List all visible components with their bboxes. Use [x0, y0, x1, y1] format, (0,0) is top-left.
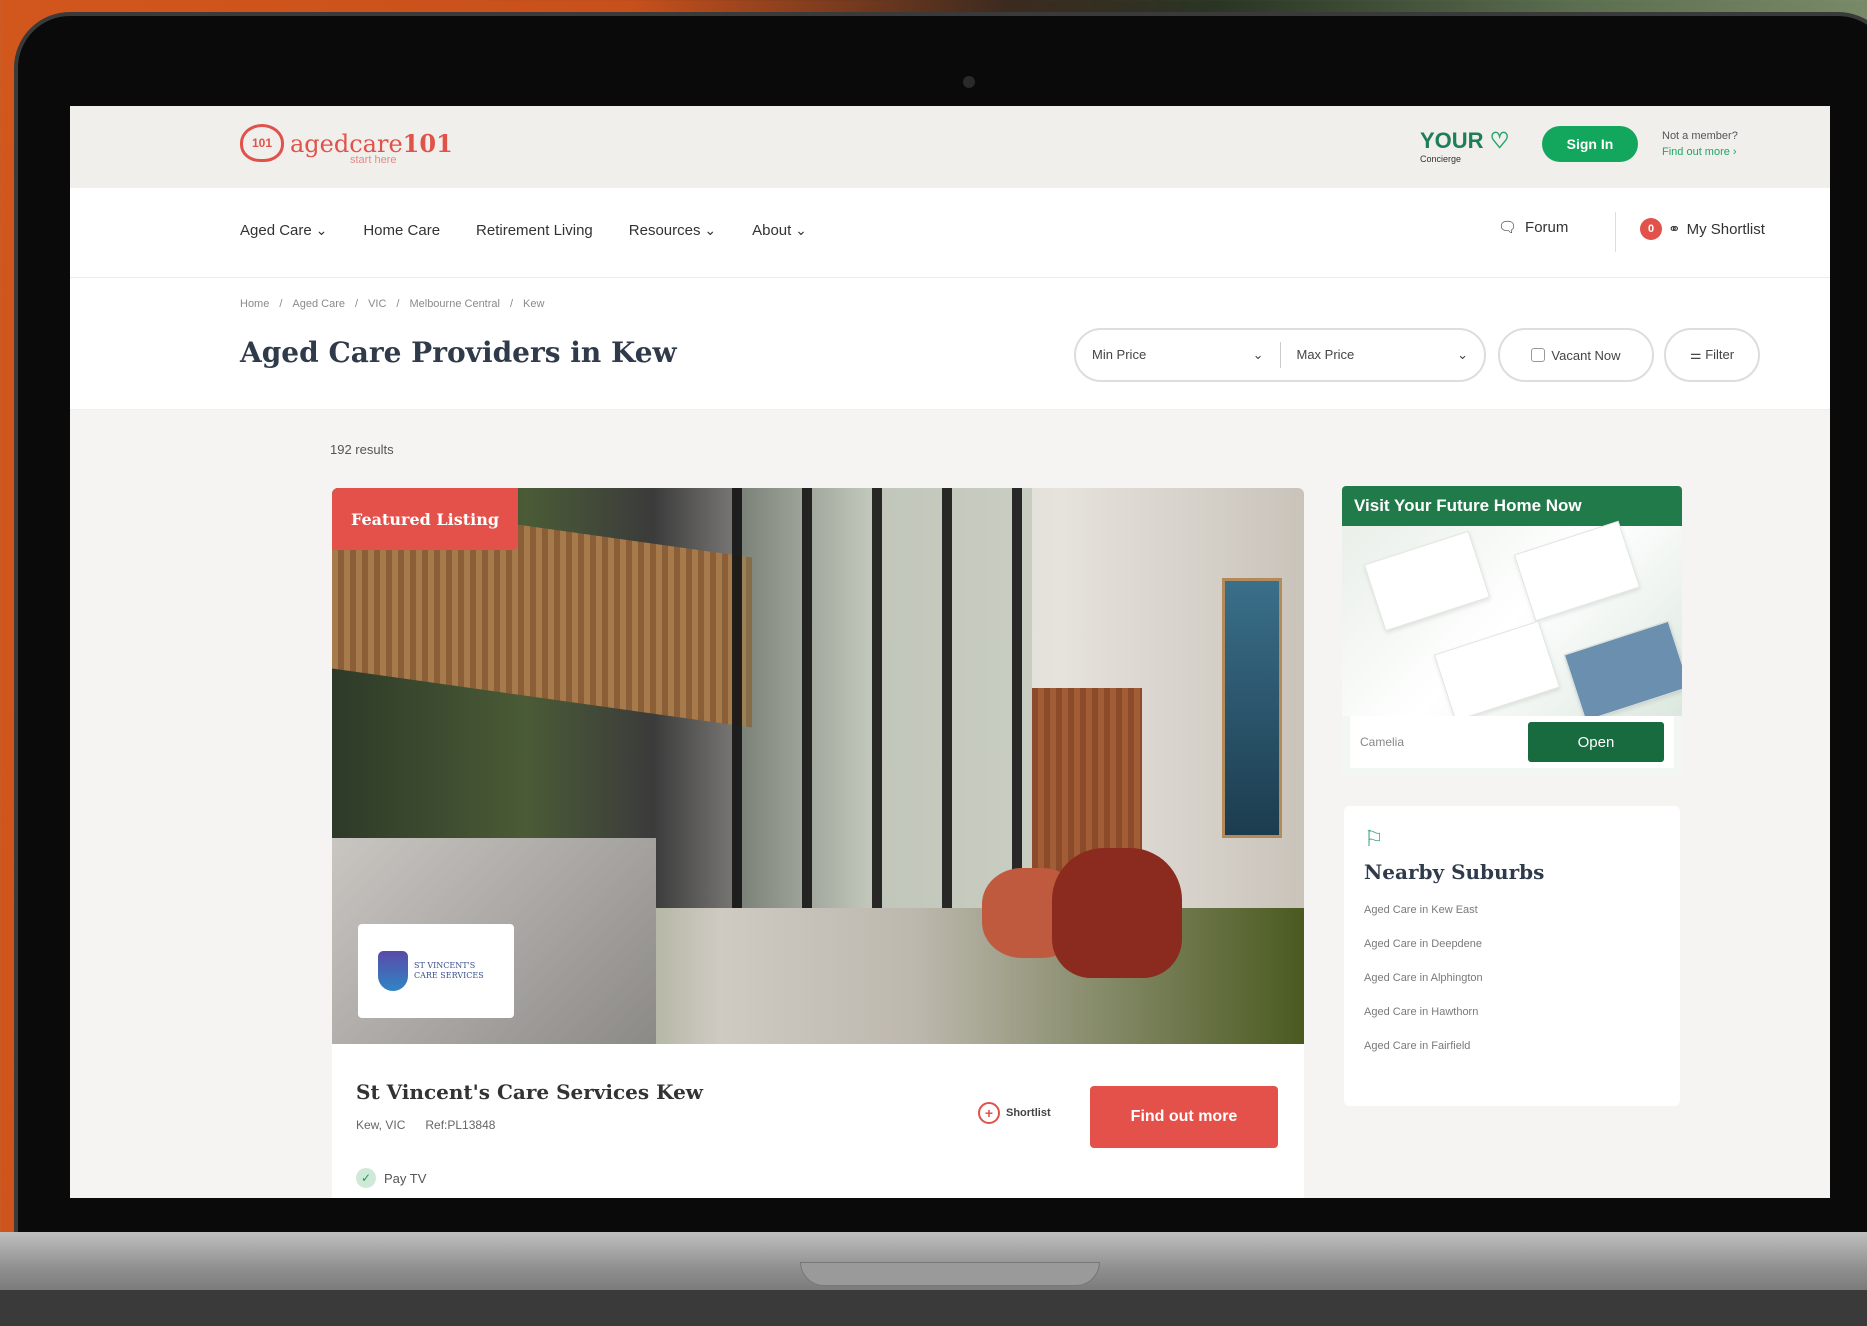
max-price-select[interactable]: Max Price ⌄	[1281, 347, 1485, 363]
shortlist-button[interactable]: + Shortlist	[978, 1102, 1051, 1124]
nav-item-about[interactable]: About	[752, 222, 807, 239]
concierge-logo[interactable]: YOUR ♡ Concierge	[1420, 128, 1509, 164]
camera-dot	[963, 76, 975, 88]
nearby-link[interactable]: Aged Care in Kew East	[1364, 904, 1660, 916]
featured-badge: Featured Listing	[332, 488, 518, 550]
vacant-label: Vacant Now	[1551, 347, 1621, 363]
page-header: Home / Aged Care / VIC / Melbourne Central /…	[70, 278, 1830, 410]
breadcrumb-vic[interactable]: VIC	[368, 298, 386, 310]
filter-button[interactable]: ⚌ Filter	[1664, 328, 1760, 382]
provider-logo: ST VINCENT'S CARE SERVICES	[358, 924, 514, 1018]
top-bar: 101 agedcare101 start here YOUR ♡ Concie…	[70, 106, 1830, 188]
vacant-now-toggle[interactable]: Vacant Now	[1498, 328, 1654, 382]
concierge-sub: Concierge	[1420, 154, 1462, 164]
shortlist-icon: ⚭	[1668, 221, 1681, 238]
find-out-more-link[interactable]: Find out more ›	[1662, 144, 1738, 160]
nav-item-retirement-living[interactable]: Retirement Living	[476, 222, 593, 239]
listing-title[interactable]: St Vincent's Care Services Kew	[356, 1080, 703, 1104]
page-title: Aged Care Providers in Kew	[240, 336, 677, 369]
nav-item-resources[interactable]: Resources	[629, 222, 716, 239]
ad-title: Visit Your Future Home Now	[1342, 486, 1682, 526]
ad-footer: Camelia Open	[1350, 716, 1674, 768]
logo-tagline: start here	[350, 154, 397, 166]
site-logo[interactable]: 101 agedcare101 start here	[240, 124, 453, 166]
shortlist-count-badge: 0	[1640, 218, 1662, 240]
logo-text-bold: 101	[402, 128, 453, 158]
shortlist-label: My Shortlist	[1686, 220, 1765, 238]
listing-location: Kew, VIC	[356, 1118, 406, 1132]
nearby-link[interactable]: Aged Care in Hawthorn	[1364, 1006, 1660, 1018]
main-nav: Aged Care Home Care Retirement Living Re…	[70, 188, 1830, 278]
shield-logo-icon	[378, 951, 408, 991]
shortlist-button-label: Shortlist	[1006, 1107, 1051, 1119]
sign-in-button[interactable]: Sign In	[1542, 126, 1638, 162]
concierge-title: YOUR	[1420, 128, 1484, 153]
heart-icon: ♡	[1489, 128, 1510, 153]
map-icon: ⚐	[1364, 826, 1384, 851]
listing-photo[interactable]: Featured Listing ST VINCENT'S CARE SERVI…	[332, 488, 1304, 1044]
feature-item: ✓ Pay TV	[356, 1168, 426, 1188]
member-promo: Not a member? Find out more ›	[1662, 128, 1738, 160]
forum-link[interactable]: 🗨 Forum	[1498, 218, 1569, 237]
breadcrumb-home[interactable]: Home	[240, 298, 269, 310]
member-question: Not a member?	[1662, 130, 1738, 142]
breadcrumb-melbourne-central[interactable]: Melbourne Central	[409, 298, 500, 310]
breadcrumb-kew: Kew	[523, 298, 545, 310]
nav-item-aged-care[interactable]: Aged Care	[240, 222, 327, 239]
find-out-more-button[interactable]: Find out more	[1090, 1086, 1278, 1148]
nav-item-home-care[interactable]: Home Care	[363, 222, 440, 239]
laptop-shadow	[0, 1290, 1867, 1326]
breadcrumb-aged-care[interactable]: Aged Care	[292, 298, 345, 310]
nearby-link[interactable]: Aged Care in Fairfield	[1364, 1040, 1660, 1052]
nearby-suburbs-panel: ⚐ Nearby Suburbs Aged Care in Kew East A…	[1344, 806, 1680, 1106]
min-price-select[interactable]: Min Price ⌄	[1076, 347, 1280, 363]
ad-image	[1342, 520, 1682, 722]
price-filter: Min Price ⌄ Max Price ⌄	[1074, 328, 1486, 382]
chat-bubble-icon: 🗨	[1498, 219, 1518, 236]
listing-meta: Kew, VIC Ref:PL13848	[356, 1118, 495, 1132]
nav-menu: Aged Care Home Care Retirement Living Re…	[240, 222, 807, 239]
plus-circle-icon: +	[978, 1102, 1000, 1124]
nav-divider	[1615, 212, 1616, 252]
chevron-down-icon: ⌄	[1252, 347, 1264, 362]
results-count: 192 results	[330, 442, 394, 457]
provider-logo-text: ST VINCENT'S CARE SERVICES	[414, 961, 484, 980]
listing-card[interactable]: Featured Listing ST VINCENT'S CARE SERVI…	[332, 488, 1304, 1198]
breadcrumb: Home / Aged Care / VIC / Melbourne Central /…	[240, 298, 545, 310]
my-shortlist-link[interactable]: 0 ⚭ My Shortlist	[1640, 218, 1765, 240]
chevron-down-icon: ⌄	[1457, 347, 1468, 362]
nearby-title: Nearby Suburbs	[1364, 860, 1545, 884]
laptop-notch	[800, 1262, 1100, 1286]
ad-brand: Camelia	[1360, 735, 1405, 749]
nearby-link[interactable]: Aged Care in Alphington	[1364, 972, 1660, 984]
feature-label: Pay TV	[384, 1170, 427, 1186]
forum-label: Forum	[1525, 218, 1569, 236]
nearby-link[interactable]: Aged Care in Deepdene	[1364, 938, 1660, 950]
browser-viewport: 101 agedcare101 start here YOUR ♡ Concie…	[70, 106, 1830, 1198]
ad-banner[interactable]: Visit Your Future Home Now Camelia Open	[1342, 486, 1682, 776]
sliders-icon: ⚌	[1689, 347, 1702, 362]
heart-logo-icon: 101	[240, 124, 284, 162]
check-icon: ✓	[356, 1168, 376, 1188]
ad-open-button[interactable]: Open	[1528, 722, 1664, 762]
vacant-checkbox[interactable]	[1531, 348, 1546, 362]
listing-ref: Ref:PL13848	[425, 1118, 496, 1132]
